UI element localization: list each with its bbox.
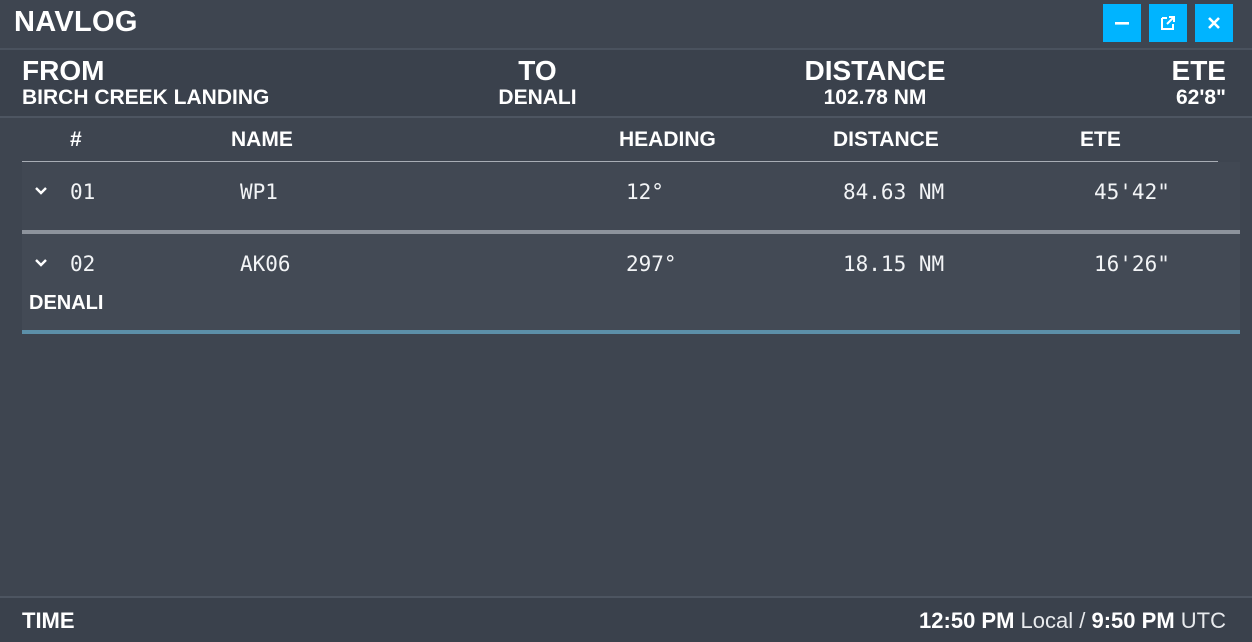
waypoint-heading: 297° xyxy=(626,252,677,276)
popout-button[interactable] xyxy=(1149,4,1187,42)
local-time: 12:50 PM xyxy=(919,608,1015,633)
utc-suffix: UTC xyxy=(1180,608,1226,633)
table-row[interactable]: 01 WP1 12° 84.63 NM 45'42" xyxy=(22,162,1240,234)
destination-label: DENALI xyxy=(29,292,104,314)
waypoint-distance: 84.63 NM xyxy=(843,180,945,204)
window-title: NAVLOG xyxy=(14,6,138,38)
column-header-name: NAME xyxy=(231,128,293,151)
to-value: DENALI xyxy=(498,86,577,109)
column-header-heading: HEADING xyxy=(619,128,716,151)
column-header-index: # xyxy=(70,128,82,151)
distance-value: 102.78 NM xyxy=(823,86,927,109)
table-header: # NAME HEADING DISTANCE ETE xyxy=(22,118,1218,162)
from-summary: FROM BIRCH CREEK LANDING xyxy=(22,56,269,110)
minimize-icon xyxy=(1115,22,1129,25)
table-row[interactable]: 02 AK06 297° 18.15 NM 16'26" DENALI xyxy=(22,234,1240,334)
waypoint-heading: 12° xyxy=(626,180,664,204)
waypoint-ete: 45'42" xyxy=(1094,180,1170,204)
chevron-down-icon[interactable] xyxy=(34,184,48,198)
close-icon xyxy=(1208,17,1220,29)
close-button[interactable] xyxy=(1195,4,1233,42)
title-bar[interactable]: NAVLOG xyxy=(0,0,1252,50)
time-readout: 12:50 PM Local / 9:50 PM UTC xyxy=(919,608,1226,634)
distance-summary: DISTANCE 102.78 NM xyxy=(775,56,975,110)
waypoint-ete: 16'26" xyxy=(1094,252,1170,276)
to-label: TO xyxy=(518,55,557,86)
waypoint-name: WP1 xyxy=(240,180,278,204)
ete-summary: ETE 62'8" xyxy=(1172,56,1226,110)
column-header-ete: ETE xyxy=(1080,128,1121,151)
time-footer: TIME 12:50 PM Local / 9:50 PM UTC xyxy=(0,596,1252,642)
waypoint-distance: 18.15 NM xyxy=(843,252,945,276)
utc-time: 9:50 PM xyxy=(1091,608,1175,633)
from-value: BIRCH CREEK LANDING xyxy=(22,86,270,109)
chevron-down-icon[interactable] xyxy=(34,256,48,270)
navlog-window: NAVLOG FROM BIRCH CREEK LANDING TO DENAL… xyxy=(0,0,1252,642)
ete-value: 62'8" xyxy=(1176,86,1226,109)
column-header-distance: DISTANCE xyxy=(833,128,939,151)
from-label: FROM xyxy=(22,55,105,86)
to-summary: TO DENALI xyxy=(480,56,595,110)
waypoint-name: AK06 xyxy=(240,252,291,276)
local-suffix: Local / xyxy=(1020,608,1086,633)
time-label: TIME xyxy=(22,608,75,633)
route-summary: FROM BIRCH CREEK LANDING TO DENALI DISTA… xyxy=(0,50,1252,118)
waypoint-table: # NAME HEADING DISTANCE ETE 01 WP1 12° 8… xyxy=(22,118,1240,594)
popout-icon xyxy=(1161,16,1175,30)
distance-label: DISTANCE xyxy=(804,55,946,86)
ete-label: ETE xyxy=(1171,55,1226,86)
waypoint-index: 02 xyxy=(70,252,96,276)
minimize-button[interactable] xyxy=(1103,4,1141,42)
waypoint-index: 01 xyxy=(70,180,96,204)
